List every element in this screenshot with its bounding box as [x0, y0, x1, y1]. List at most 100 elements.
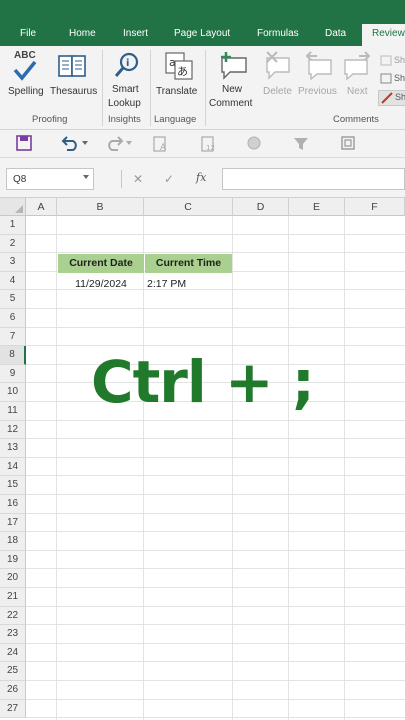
group-label-comments: Comments — [333, 114, 379, 125]
row-gridline — [26, 475, 405, 477]
enter-icon[interactable]: ✓ — [164, 172, 174, 186]
show-all-comments-label: Sh — [394, 73, 405, 83]
delete-comment-button[interactable]: Delete — [261, 48, 295, 104]
row-header-20[interactable]: 20 — [0, 569, 26, 588]
cell-c3[interactable]: Current Time — [145, 254, 232, 273]
column-header-d[interactable]: D — [233, 198, 289, 216]
format-number-icon[interactable]: 12 — [200, 135, 218, 153]
row-header-27[interactable]: 27 — [0, 699, 26, 719]
row-header-23[interactable]: 23 — [0, 625, 26, 644]
row-gridline — [26, 308, 405, 309]
row-gridline — [26, 345, 405, 347]
tab-data[interactable]: Data — [325, 28, 346, 39]
row-header-21[interactable]: 21 — [0, 588, 26, 607]
quick-access-toolbar: A 12 — [0, 130, 405, 158]
smart-lookup-label-1: Smart — [112, 84, 139, 95]
row-header-14[interactable]: 14 — [0, 457, 26, 477]
row-header-19[interactable]: 19 — [0, 550, 26, 570]
row-gridline — [26, 624, 405, 626]
row-header-1[interactable]: 1 — [0, 216, 26, 235]
row-header-7[interactable]: 7 — [0, 327, 26, 347]
formula-bar-divider — [121, 170, 122, 188]
row-header-5[interactable]: 5 — [0, 290, 26, 309]
next-comment-button[interactable]: Next — [341, 48, 375, 104]
redo-dropdown-icon[interactable] — [126, 141, 132, 146]
row-header-18[interactable]: 18 — [0, 532, 26, 551]
translate-button[interactable]: a あ Translate — [152, 48, 202, 104]
cancel-icon[interactable]: ✕ — [133, 172, 143, 186]
previous-label: Previous — [298, 86, 337, 97]
row-gridline — [26, 494, 405, 495]
row-header-15[interactable]: 15 — [0, 476, 26, 495]
cell-b3[interactable]: Current Date — [58, 254, 144, 273]
cell-c4[interactable]: 2:17 PM — [147, 275, 233, 293]
smart-lookup-button[interactable]: i Smart Lookup — [104, 48, 148, 110]
spelling-button[interactable]: ABC Spelling — [4, 48, 48, 104]
row-header-16[interactable]: 16 — [0, 495, 26, 514]
column-header-b[interactable]: B — [57, 198, 144, 216]
row-gridline — [26, 587, 405, 588]
worksheet-grid[interactable]: ABCDEF 1 2 3 4 5 6 7 8 9 10 11 12 13 14 15 16 17 18 19 20 21… — [0, 198, 405, 720]
row-gridline — [26, 605, 405, 607]
row-gridline — [26, 419, 405, 421]
search-icon: i — [114, 52, 139, 77]
show-comment-icon — [380, 55, 392, 66]
group-label-proofing: Proofing — [32, 114, 68, 125]
select-all-corner[interactable] — [0, 198, 26, 216]
name-box[interactable]: Q8 — [6, 168, 94, 190]
cell-b4[interactable]: 11/29/2024 — [58, 275, 144, 293]
ribbon-tab-bar: File Home Insert Page Layout Formulas Da… — [0, 0, 405, 46]
save-icon[interactable] — [16, 135, 32, 151]
column-header-f[interactable]: F — [345, 198, 405, 216]
translate-label: Translate — [156, 86, 198, 97]
new-comment-label-1: New — [222, 84, 243, 95]
row-header-13[interactable]: 13 — [0, 439, 26, 458]
show-ink-button[interactable]: Sh — [378, 90, 405, 106]
tab-file[interactable]: File — [20, 28, 36, 39]
tab-insert[interactable]: Insert — [123, 28, 148, 39]
thesaurus-button[interactable]: Thesaurus — [48, 48, 98, 104]
show-all-comments-button[interactable]: Sh — [378, 71, 405, 87]
svg-text:A: A — [160, 143, 167, 153]
insert-function-icon[interactable]: fx — [196, 171, 206, 184]
svg-text:i: i — [126, 58, 129, 69]
undo-dropdown-icon[interactable] — [82, 141, 88, 146]
column-header-a[interactable]: A — [26, 198, 57, 216]
shape-icon[interactable] — [246, 135, 262, 151]
row-header-12[interactable]: 12 — [0, 420, 26, 440]
new-comment-label-2: Comment — [209, 98, 253, 109]
tab-home[interactable]: Home — [69, 28, 96, 39]
row-header-22[interactable]: 22 — [0, 606, 26, 626]
tab-page-layout[interactable]: Page Layout — [174, 28, 230, 39]
filter-icon[interactable] — [292, 135, 310, 153]
row-header-26[interactable]: 26 — [0, 681, 26, 700]
row-header-24[interactable]: 24 — [0, 643, 26, 663]
name-box-dropdown-icon[interactable] — [83, 175, 89, 179]
previous-comment-button[interactable]: Previous — [297, 48, 339, 104]
redo-icon[interactable] — [105, 135, 125, 151]
formula-input[interactable] — [222, 168, 405, 190]
column-header-c[interactable]: C — [144, 198, 233, 216]
tab-formulas[interactable]: Formulas — [257, 28, 299, 39]
name-box-value: Q8 — [13, 174, 27, 185]
format-text-icon[interactable]: A — [152, 135, 170, 153]
freeze-panes-icon[interactable] — [340, 135, 356, 151]
delete-comment-icon — [266, 51, 290, 80]
row-header-17[interactable]: 17 — [0, 513, 26, 533]
new-comment-button[interactable]: New Comment — [207, 48, 261, 110]
row-header-3[interactable]: 3 — [0, 253, 26, 272]
undo-icon[interactable] — [60, 135, 80, 151]
row-gridline — [26, 717, 405, 719]
show-comment-button[interactable]: Sh — [378, 53, 405, 69]
row-gridline — [26, 661, 405, 663]
row-gridline — [26, 326, 405, 328]
next-label: Next — [347, 86, 368, 97]
shortcut-overlay-text: Ctrl + ; — [91, 348, 315, 416]
delete-label: Delete — [263, 86, 292, 97]
tab-review[interactable]: Review — [362, 24, 405, 46]
row-header-2[interactable]: 2 — [0, 234, 26, 254]
column-header-e[interactable]: E — [289, 198, 345, 216]
row-header-4[interactable]: 4 — [0, 271, 26, 291]
row-header-6[interactable]: 6 — [0, 309, 26, 328]
row-header-25[interactable]: 25 — [0, 662, 26, 681]
